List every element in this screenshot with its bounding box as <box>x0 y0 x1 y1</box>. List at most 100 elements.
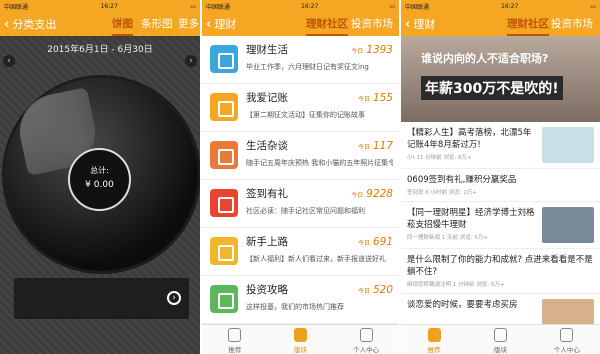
tab-bar-chart[interactable]: 条形图 <box>141 12 173 36</box>
section-icon <box>210 45 238 73</box>
section-icon <box>210 93 238 121</box>
next-month-icon[interactable]: › <box>185 55 197 67</box>
today-count: 今日 691 <box>358 236 393 248</box>
article-meta: 麻烦您转载请注明 1 分钟前 浏览: 8万+ <box>407 282 505 288</box>
forum-row[interactable]: 理财生活 今日 1393 毕业工作季，六月理财日记有奖征文ing <box>202 36 399 84</box>
prev-month-icon[interactable]: ‹ <box>3 55 15 67</box>
article-row[interactable]: 0609签到有礼,赚积分赢奖品 签到员 6 小时前 浏览: 2万+ <box>401 169 600 202</box>
chart-area: 2015年6月1日 - 6月30日 ‹ › 总计: ¥ 0.00 › <box>0 36 200 354</box>
back-icon[interactable]: ‹ <box>206 17 211 32</box>
article-row[interactable]: 【精彩人生】高考落榜，北漂5年记账4年8月薪过万! 小t 11 分钟前 浏览: 8… <box>401 122 600 169</box>
section-title: 我爱记账 <box>246 92 288 104</box>
date-range: 2015年6月1日 - 6月30日 <box>47 44 153 55</box>
person-icon <box>560 328 574 342</box>
section-desc: 随手记五周年庆预热 我和小猫的五年照片征集令 <box>246 159 393 167</box>
page-title: 分类支出 <box>12 18 57 31</box>
forum-row[interactable]: 我爱记账 今日 155 【第二期征文活动】征集你的记账故事 <box>202 84 399 132</box>
article-row[interactable]: 是什么限制了你的能力和成就? 点进来看看是不是躺不住? 麻烦您转载请注明 1 分钟… <box>401 249 600 294</box>
section-title: 生活杂谈 <box>246 140 288 152</box>
tab-label: 推荐 <box>228 346 242 354</box>
detail-bar[interactable]: › <box>14 278 189 319</box>
today-count: 今日 520 <box>358 284 393 296</box>
section-title: 签到有礼 <box>246 188 288 200</box>
section-desc: 社区必读：随手记社区常见问题和福利 <box>246 207 365 215</box>
today-label: 今日 <box>357 95 370 103</box>
tab-label: 推荐 <box>427 346 441 354</box>
forum-row[interactable]: 投资攻略 今日 520 这样投基，我们的市场热门推荐 <box>202 276 399 324</box>
promo-banner[interactable]: 谁说内向的人不适合职场? 年薪300万不是吹的! <box>401 36 600 122</box>
tab-label: 个人中心 <box>353 346 380 354</box>
article-row[interactable]: 【同一理财明星】经济学博士刘格菘支招慢牛理财 同一理财新闻 1 天前 浏览: 5万… <box>401 202 600 249</box>
today-count: 今日 117 <box>358 140 393 152</box>
tab-sections[interactable]: 版块 <box>268 325 334 354</box>
today-label: 今日 <box>357 239 370 247</box>
banner-subhead: 年薪300万不是吹的! <box>421 76 563 100</box>
back-icon[interactable]: ‹ <box>405 17 410 32</box>
section-icon <box>210 237 238 265</box>
forum-row[interactable]: 生活杂谈 今日 117 随手记五周年庆预热 我和小猫的五年照片征集令 <box>202 132 399 180</box>
article-thumbnail <box>542 127 594 163</box>
tab-community[interactable]: 理财社区 <box>507 12 549 36</box>
page-title: 理财 <box>413 18 436 31</box>
tab-profile[interactable]: 个人中心 <box>534 325 600 354</box>
tab-market[interactable]: 投资市场 <box>551 12 593 36</box>
article-list: 【精彩人生】高考落榜，北漂5年记账4年8月薪过万! 小t 11 分钟前 浏览: 8… <box>401 122 600 341</box>
pie-disc[interactable]: 总计: ¥ 0.00 <box>5 78 198 271</box>
carrier-label: 中国联通 <box>4 3 29 11</box>
tab-more[interactable]: 更多 <box>178 12 199 36</box>
count-value: 1393 <box>366 43 393 56</box>
clock: 16:27 <box>301 2 319 10</box>
tab-recommend[interactable]: 推荐 <box>401 325 467 354</box>
total-label: 总计: <box>90 166 109 175</box>
phone-category-expense: 中国联通 16:27 ▭ ‹ 分类支出 饼图 条形图 更多 2015年6月1日 - … <box>0 0 200 354</box>
today-label: 今日 <box>357 287 370 295</box>
article-meta: 同一理财新闻 1 天前 浏览: 5万+ <box>407 235 488 241</box>
phone-forum: 中国联通 16:27 ▭ ‹ 理财 理财社区 投资市场 理财生活 今日 1393 毕业工作… <box>202 0 399 354</box>
article-title: 是什么限制了你的能力和成就? 点进来看看是不是躺不住? <box>407 255 593 277</box>
person-icon <box>359 328 373 342</box>
count-value: 691 <box>372 235 393 248</box>
grid-icon <box>294 328 307 342</box>
status-bar: 中国联通 16:27 ▭ <box>202 0 399 12</box>
forum-list: 理财生活 今日 1393 毕业工作季，六月理财日记有奖征文ing 我爱记账 今日 155 【第… <box>202 36 399 324</box>
section-title: 新手上路 <box>246 236 288 248</box>
article-title: 谈恋爱的时候，要要考虑买房 <box>407 300 518 310</box>
play-icon[interactable]: › <box>167 291 181 305</box>
tab-pie[interactable]: 饼图 <box>112 12 133 36</box>
forum-row[interactable]: 签到有礼 今日 9228 社区必读：随手记社区常见问题和福利 <box>202 180 399 228</box>
tab-recommend[interactable]: 推荐 <box>202 325 268 354</box>
status-bar: 中国联通 16:27 ▭ <box>401 0 600 12</box>
tab-label: 版块 <box>294 346 307 354</box>
section-desc: 【新人福利】新人们看过来，新手报道送好礼 <box>246 255 386 263</box>
section-icon <box>210 189 238 217</box>
banner-headline: 谁说内向的人不适合职场? <box>421 52 549 65</box>
section-desc: 【第二期征文活动】征集你的记账故事 <box>246 111 365 119</box>
forum-row[interactable]: 新手上路 今日 691 【新人福利】新人们看过来，新手报道送好礼 <box>202 228 399 276</box>
today-count: 今日 1393 <box>351 44 393 56</box>
tab-label: 个人中心 <box>553 346 580 354</box>
tab-sections[interactable]: 版块 <box>467 325 533 354</box>
article-title: 0609签到有礼,赚积分赢奖品 <box>407 175 517 185</box>
article-thumbnail <box>542 207 594 243</box>
tab-bar: 推荐 版块 个人中心 <box>401 324 600 354</box>
section-title: 理财生活 <box>246 44 288 56</box>
section-title: 投资攻略 <box>246 284 288 296</box>
carrier-label: 中国联通 <box>206 3 231 11</box>
recommend-icon <box>228 328 242 342</box>
back-icon[interactable]: ‹ <box>4 17 9 32</box>
tab-community[interactable]: 理财社区 <box>306 12 348 36</box>
nav-bar: ‹ 理财 理财社区 投资市场 <box>202 12 399 36</box>
today-label: 今日 <box>351 47 364 55</box>
section-icon <box>210 285 238 313</box>
tab-market[interactable]: 投资市场 <box>351 12 393 36</box>
phone-recommend: 中国联通 16:27 ▭ ‹ 理财 理财社区 投资市场 谁说内向的人不适合职场? 年… <box>401 0 600 354</box>
tab-bar: 推荐 版块 个人中心 <box>202 324 399 354</box>
tab-profile[interactable]: 个人中心 <box>333 325 399 354</box>
battery-icon: ▭ <box>190 2 196 10</box>
total-hub: 总计: ¥ 0.00 <box>68 148 131 211</box>
count-value: 155 <box>372 91 393 104</box>
section-desc: 这样投基，我们的市场热门推荐 <box>246 303 344 311</box>
total-value: ¥ 0.00 <box>85 180 114 190</box>
recommend-icon <box>427 328 441 342</box>
nav-bar: ‹ 理财 理财社区 投资市场 <box>401 12 600 36</box>
